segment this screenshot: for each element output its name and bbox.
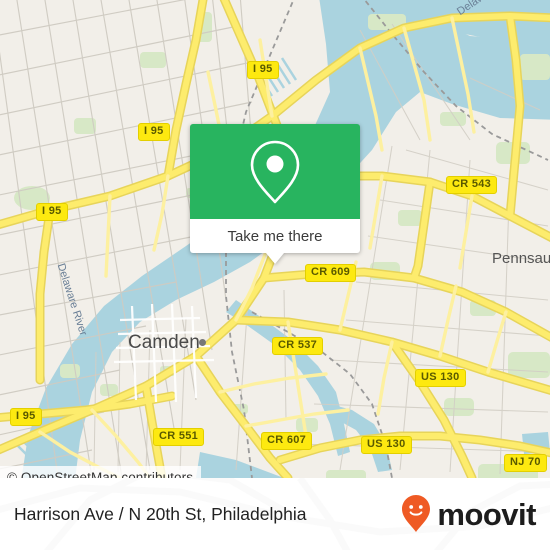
- destination-popup[interactable]: Take me there: [190, 124, 360, 264]
- moovit-pin-smiley-icon: [402, 495, 431, 532]
- moovit-logo[interactable]: moovit: [401, 478, 536, 550]
- road-shield: I 95: [247, 61, 279, 79]
- take-me-there-button[interactable]: Take me there: [190, 219, 360, 264]
- moovit-wordmark: moovit: [437, 496, 536, 532]
- city-label-camden: Camden: [128, 332, 200, 353]
- road-shield: CR 551: [153, 428, 205, 446]
- map-attribution[interactable]: © OpenStreetMap contributors: [0, 466, 202, 478]
- road-shield: CR 537: [272, 337, 324, 355]
- road-shield: CR 607: [261, 432, 313, 450]
- popup-header: [190, 124, 360, 219]
- bottom-info-bar: Harrison Ave / N 20th St, Philadelphia m…: [0, 478, 550, 550]
- city-label-pennsauken: Pennsauken: [492, 250, 550, 267]
- road-shield: US 130: [415, 369, 466, 387]
- map-screen: I 95 I 95 I 95 I 95 CR 543 CR 609 CR 537…: [0, 0, 550, 550]
- popup-tail-pointer: [266, 253, 284, 264]
- city-dot-camden: [199, 339, 206, 346]
- road-shield: I 95: [10, 408, 42, 426]
- road-shield: I 95: [138, 123, 170, 141]
- place-name: Harrison Ave / N 20th St, Philadelphia: [14, 503, 307, 524]
- road-shield: CR 543: [446, 176, 498, 194]
- road-shield: US 130: [361, 436, 412, 454]
- road-shield: NJ 70: [504, 454, 547, 472]
- take-me-there-label: Take me there: [227, 227, 323, 245]
- road-shield: CR 609: [305, 264, 357, 282]
- location-pin-icon: [250, 140, 300, 203]
- road-shield: I 95: [36, 203, 68, 221]
